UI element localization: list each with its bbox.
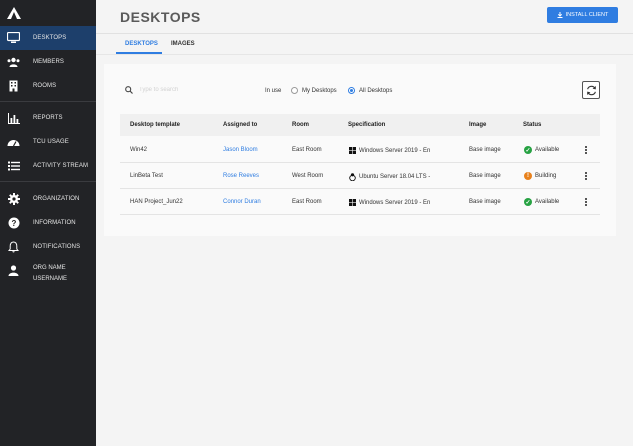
sidebar-item-tcu-usage[interactable]: TCU USAGE: [0, 130, 96, 154]
sidebar-item-members[interactable]: MEMBERS: [0, 50, 96, 74]
in-use-label: In use: [265, 88, 282, 94]
radio-my-desktops[interactable]: [291, 87, 298, 94]
linux-icon: [349, 173, 356, 181]
refresh-icon: [586, 85, 596, 95]
page-title: DESKTOPS: [120, 9, 201, 25]
specification-cell: Windows Server 2019 - En: [349, 199, 430, 206]
app-logo-icon[interactable]: [7, 7, 21, 19]
sidebar-item-activity-stream[interactable]: ACTIVITY STREAM: [0, 154, 96, 178]
nav-group-main: DESKTOPS MEMBERS ROOMS: [0, 26, 96, 98]
sidebar-item-organization[interactable]: ORGANIZATION: [0, 187, 96, 211]
bar-chart-icon: [7, 112, 20, 125]
users-icon: [7, 56, 20, 69]
gear-icon: [7, 193, 20, 206]
check-icon: ✓: [524, 146, 532, 154]
status-badge: ! Building: [524, 172, 556, 180]
sidebar-item-label: ACTIVITY STREAM: [33, 163, 89, 169]
building-icon: [7, 80, 20, 93]
desktop-template-cell: LinBeta Test: [130, 173, 163, 179]
room-cell: East Room: [292, 199, 322, 205]
status-text: Available: [535, 147, 560, 153]
specification-text: Windows Server 2019 - En: [359, 147, 431, 154]
sidebar-item-label: MEMBERS: [33, 59, 65, 65]
column-header-image[interactable]: Image: [469, 122, 486, 128]
sidebar-item-label: REPORTS: [33, 115, 63, 121]
bell-icon: [7, 241, 20, 254]
sidebar-item-notifications[interactable]: NOTIFICATIONS: [0, 235, 96, 259]
header-divider: [96, 33, 633, 34]
sidebar-item-label: NOTIFICATIONS: [33, 244, 81, 250]
table-row[interactable]: LinBeta Test Rose Reeves West Room Ubunt…: [120, 163, 600, 189]
nav-group-settings: ORGANIZATION ? INFORMATION NOTIFICATIONS: [0, 187, 96, 259]
svg-text:?: ?: [11, 219, 16, 228]
status-badge: ✓ Available: [524, 146, 559, 154]
sidebar-item-reports[interactable]: REPORTS: [0, 106, 96, 130]
sidebar-divider: [0, 181, 96, 182]
sidebar-item-label: ORGANIZATION: [33, 196, 80, 202]
desktop-template-cell: HAN Project_Jun22: [130, 199, 183, 205]
column-header-status[interactable]: Status: [523, 122, 541, 128]
desktop-template-cell: Win42: [130, 147, 148, 153]
status-text: Building: [535, 173, 557, 179]
radio-all-desktops-label[interactable]: All Desktops: [359, 88, 392, 94]
username: USERNAME: [33, 276, 68, 282]
status-badge: ✓ Available: [524, 198, 559, 206]
table-row[interactable]: HAN Project_Jun22 Connor Duran East Room…: [120, 189, 600, 215]
assigned-user-link[interactable]: Jason Bloom: [223, 147, 258, 153]
sidebar-item-label: ROOMS: [33, 83, 57, 89]
specification-cell: Ubuntu Server 18.04 LTS -: [349, 173, 430, 181]
question-icon: ?: [7, 217, 20, 230]
column-header-room[interactable]: Room: [292, 122, 309, 128]
column-header-specification[interactable]: Specification: [348, 122, 385, 128]
monitor-icon: [7, 32, 20, 45]
sidebar-item-rooms[interactable]: ROOMS: [0, 74, 96, 98]
install-client-button[interactable]: INSTALL CLIENT: [547, 7, 618, 23]
search-input[interactable]: [139, 84, 234, 96]
sidebar: DESKTOPS MEMBERS ROOMS REPORTS TCU USAGE…: [0, 0, 96, 446]
room-cell: East Room: [292, 147, 322, 153]
install-client-label: INSTALL CLIENT: [565, 12, 609, 18]
assigned-user-link[interactable]: Rose Reeves: [223, 173, 259, 179]
table-row[interactable]: Win42 Jason Bloom East Room Windows Serv…: [120, 137, 600, 163]
row-menu-button[interactable]: [584, 196, 588, 208]
nav-group-reports: REPORTS TCU USAGE ACTIVITY STREAM: [0, 106, 96, 178]
specification-text: Windows Server 2019 - En: [359, 199, 431, 206]
windows-icon: [349, 199, 356, 206]
warning-icon: !: [524, 172, 532, 180]
org-name: ORG NAME: [33, 265, 66, 271]
check-icon: ✓: [524, 198, 532, 206]
row-menu-button[interactable]: [584, 144, 588, 156]
radio-my-desktops-label[interactable]: My Desktops: [302, 88, 337, 94]
user-icon: [7, 264, 20, 277]
row-menu-button[interactable]: [584, 170, 588, 182]
refresh-button[interactable]: [582, 81, 600, 99]
tab-images[interactable]: IMAGES: [171, 41, 195, 47]
sidebar-item-label: INFORMATION: [33, 220, 76, 226]
tab-desktops[interactable]: DESKTOPS: [125, 41, 158, 47]
status-text: Available: [535, 199, 560, 205]
sidebar-divider: [0, 101, 96, 102]
column-header-template[interactable]: Desktop template: [130, 122, 180, 128]
search-icon: [125, 86, 133, 94]
image-cell: Base image: [469, 173, 501, 179]
windows-icon: [349, 147, 356, 154]
sidebar-item-label: TCU USAGE: [33, 139, 69, 145]
download-icon: [557, 12, 563, 18]
sidebar-item-desktops[interactable]: DESKTOPS: [0, 26, 96, 50]
column-header-assigned[interactable]: Assigned to: [223, 122, 257, 128]
specification-text: Ubuntu Server 18.04 LTS -: [359, 174, 431, 180]
list-icon: [7, 160, 20, 173]
gauge-icon: [7, 136, 20, 149]
sidebar-item-label: DESKTOPS: [33, 35, 67, 41]
user-profile[interactable]: ORG NAME USERNAME: [0, 262, 96, 288]
assigned-user-link[interactable]: Connor Duran: [223, 199, 261, 205]
room-cell: West Room: [292, 173, 324, 179]
specification-cell: Windows Server 2019 - En: [349, 147, 430, 154]
sidebar-item-information[interactable]: ? INFORMATION: [0, 211, 96, 235]
image-cell: Base image: [469, 199, 501, 205]
tabs-divider: [96, 54, 633, 55]
image-cell: Base image: [469, 147, 501, 153]
radio-all-desktops[interactable]: [348, 87, 355, 94]
